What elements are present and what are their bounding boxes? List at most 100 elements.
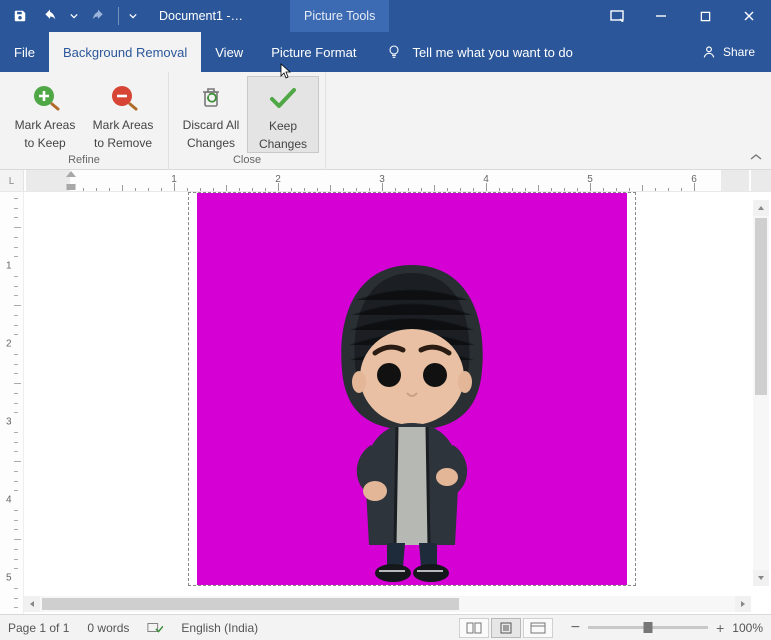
selected-picture[interactable] <box>188 192 636 586</box>
scroll-down-button[interactable] <box>753 570 769 586</box>
share-button[interactable]: Share <box>685 32 771 72</box>
close-button[interactable] <box>727 0 771 32</box>
document-area: 12345 <box>0 192 771 614</box>
vertical-scrollbar[interactable] <box>753 200 769 586</box>
mark-areas-to-keep-button[interactable]: Mark Areas to Keep <box>6 76 84 151</box>
close-icon <box>743 10 755 22</box>
minimize-icon <box>655 10 667 22</box>
read-mode-icon <box>466 622 482 634</box>
zoom-level[interactable]: 100% <box>732 621 763 635</box>
ruler-right-margin <box>721 170 749 191</box>
view-switcher <box>459 618 553 638</box>
status-page[interactable]: Page 1 of 1 <box>8 621 69 635</box>
first-line-indent-marker[interactable] <box>66 171 76 177</box>
status-word-count[interactable]: 0 words <box>87 621 129 635</box>
save-button[interactable] <box>6 2 34 30</box>
chevron-down-icon <box>70 12 78 20</box>
background-removal-overlay <box>197 193 627 585</box>
redo-button[interactable] <box>84 2 112 30</box>
ribbon-group-refine: Mark Areas to Keep Mark Areas to Remove … <box>0 72 169 170</box>
ruler-corner[interactable]: L <box>0 170 24 192</box>
keep-icon <box>266 81 300 115</box>
tab-picture-format[interactable]: Picture Format <box>257 32 370 72</box>
tab-label: Picture Format <box>271 45 356 60</box>
mark-keep-label-1: Mark Areas <box>15 118 76 132</box>
undo-icon <box>42 9 58 23</box>
horizontal-scrollbar[interactable] <box>24 596 751 612</box>
left-indent-marker[interactable] <box>67 185 76 190</box>
document-page[interactable] <box>24 192 771 614</box>
scroll-right-button[interactable] <box>735 596 751 612</box>
vertical-ruler[interactable]: 12345 <box>0 192 24 614</box>
minimize-button[interactable] <box>639 0 683 32</box>
lightbulb-icon <box>386 44 402 60</box>
caret-up-icon <box>757 204 765 212</box>
web-layout-icon <box>530 622 546 634</box>
mark-remove-icon <box>106 80 140 114</box>
maximize-button[interactable] <box>683 0 727 32</box>
undo-button[interactable] <box>36 2 64 30</box>
mark-keep-label-2: to Keep <box>24 136 65 150</box>
scroll-thumb-h[interactable] <box>42 598 459 610</box>
ribbon-group-close: Discard All Changes Keep Changes Close <box>169 72 326 170</box>
document-title: Document1 -… <box>159 9 243 23</box>
print-layout-icon <box>498 622 514 634</box>
discard-all-changes-button[interactable]: Discard All Changes <box>175 76 247 153</box>
contextual-tab-text: Picture Tools <box>304 9 375 23</box>
scroll-up-button[interactable] <box>753 200 769 216</box>
redo-icon <box>91 9 105 23</box>
tab-view[interactable]: View <box>201 32 257 72</box>
spellcheck-icon <box>147 621 163 635</box>
collapse-ribbon-button[interactable] <box>749 151 763 165</box>
scroll-track-h[interactable] <box>40 596 735 612</box>
ruler-end <box>751 170 771 192</box>
window-controls <box>595 0 771 32</box>
zoom-slider[interactable] <box>588 626 708 629</box>
keep-label-2: Changes <box>259 137 307 151</box>
maximize-icon <box>700 11 711 22</box>
tab-label: Background Removal <box>63 45 187 60</box>
cursor-icon <box>280 63 292 79</box>
undo-dropdown[interactable] <box>66 2 82 30</box>
ruler-left-margin <box>26 170 70 191</box>
zoom-in-button[interactable]: + <box>716 620 724 636</box>
scroll-left-button[interactable] <box>24 596 40 612</box>
keep-changes-button[interactable]: Keep Changes <box>247 76 319 153</box>
ruler-corner-label: L <box>9 176 15 187</box>
print-layout-button[interactable] <box>491 618 521 638</box>
discard-icon <box>194 80 228 114</box>
zoom-out-button[interactable]: − <box>571 619 580 637</box>
ribbon-tabs: File Background Removal View Picture For… <box>0 32 771 72</box>
caret-right-icon <box>739 600 747 608</box>
keep-label-1: Keep <box>269 119 297 133</box>
read-mode-button[interactable] <box>459 618 489 638</box>
status-bar: Page 1 of 1 0 words English (India) − + … <box>0 614 771 640</box>
tab-label: View <box>215 45 243 60</box>
group-label-close: Close <box>233 154 261 166</box>
tab-file[interactable]: File <box>0 32 49 72</box>
ribbon-options-icon <box>610 10 624 22</box>
title-bar: Document1 -… Picture Tools <box>0 0 771 32</box>
ribbon: Mark Areas to Keep Mark Areas to Remove … <box>0 72 771 170</box>
mark-areas-to-remove-button[interactable]: Mark Areas to Remove <box>84 76 162 151</box>
discard-label-2: Changes <box>187 136 235 150</box>
tell-me-search[interactable]: Tell me what you want to do <box>370 32 588 72</box>
chevron-down-icon <box>129 12 137 20</box>
web-layout-button[interactable] <box>523 618 553 638</box>
mark-remove-label-1: Mark Areas <box>93 118 154 132</box>
qat-customize[interactable] <box>125 2 141 30</box>
share-label: Share <box>723 45 755 59</box>
ribbon-display-options[interactable] <box>595 0 639 32</box>
scroll-thumb-v[interactable] <box>755 218 767 395</box>
foreground-figure <box>297 245 527 585</box>
tab-background-removal[interactable]: Background Removal <box>49 32 201 72</box>
save-icon <box>13 9 27 23</box>
quick-access-toolbar <box>0 2 141 30</box>
status-language[interactable]: English (India) <box>181 621 258 635</box>
zoom-slider-knob[interactable] <box>644 622 653 633</box>
contextual-tab-label: Picture Tools <box>290 0 389 32</box>
ruler-scale: 123456 <box>26 170 749 191</box>
spellcheck-button[interactable] <box>147 620 163 636</box>
scroll-track-v[interactable] <box>753 216 769 570</box>
horizontal-ruler[interactable]: L 123456 <box>0 170 771 192</box>
